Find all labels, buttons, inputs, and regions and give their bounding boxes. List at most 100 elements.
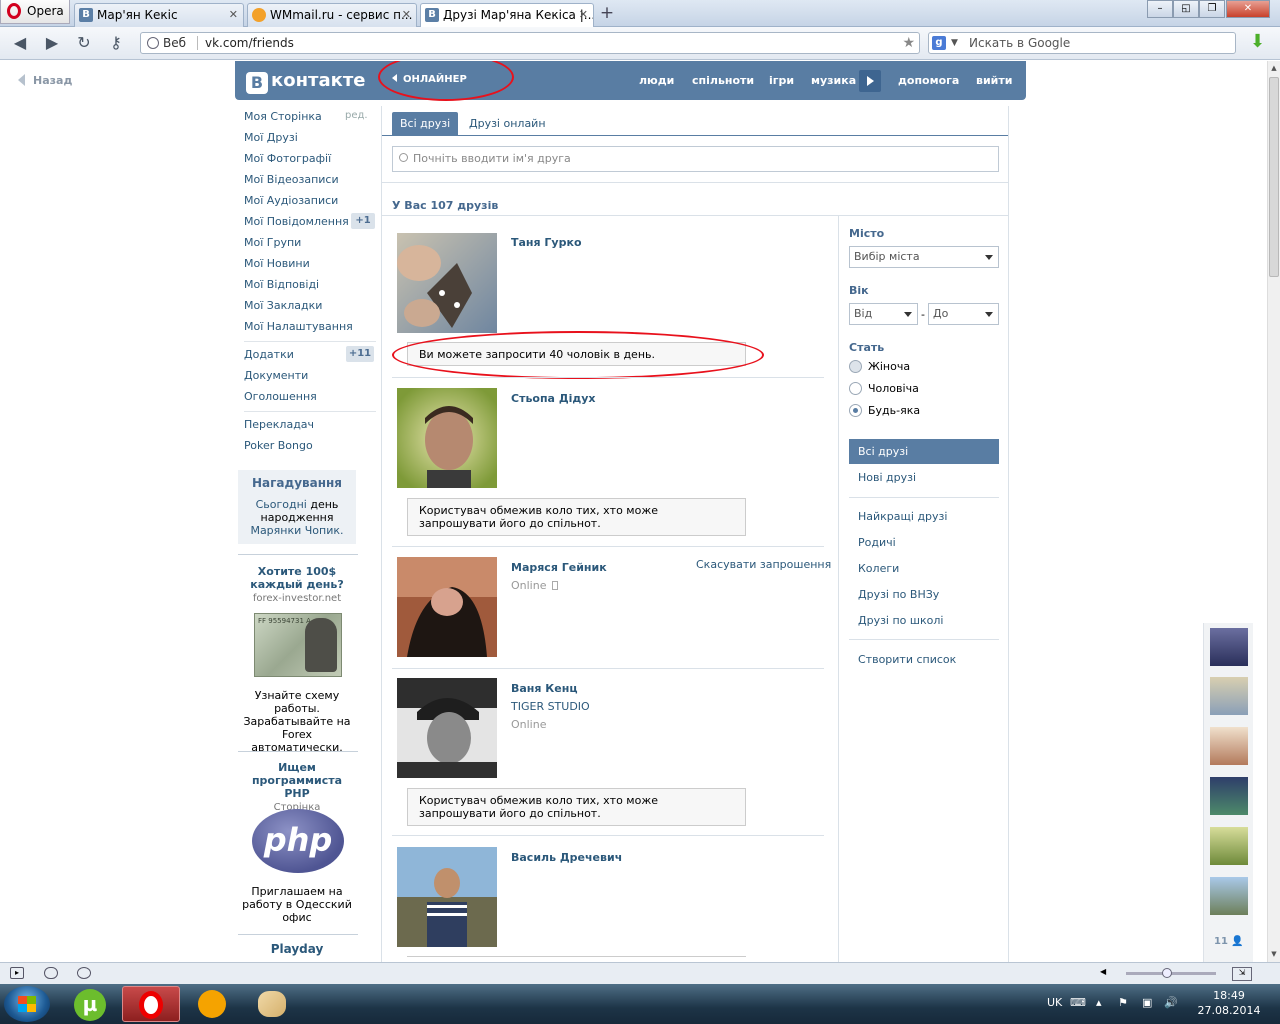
panel-toggle-icon[interactable]: ▸: [10, 967, 24, 979]
radio-male-label[interactable]: Чоловіча: [868, 382, 919, 395]
start-button[interactable]: [4, 986, 50, 1022]
filter-university-friends[interactable]: Друзі по ВНЗу: [849, 582, 999, 607]
address-bar[interactable]: Веб vk.com/friends ★: [140, 32, 920, 54]
zoom-reset-icon[interactable]: ⇲: [1232, 967, 1252, 981]
scroll-up-arrow-icon[interactable]: ▲: [1268, 61, 1280, 75]
city-select[interactable]: Вибір міста: [849, 246, 999, 268]
tab-friends-online[interactable]: Друзі онлайн: [461, 112, 554, 136]
online-avatar[interactable]: [1210, 677, 1248, 715]
radio-male[interactable]: [849, 382, 862, 395]
ad-title[interactable]: Хотите 100$ каждый день?: [238, 565, 356, 591]
filter-all-friends[interactable]: Всі друзі: [849, 439, 999, 464]
menu-translator[interactable]: Перекладач: [244, 418, 314, 431]
nav-logout[interactable]: вийти: [976, 74, 1012, 87]
tab-marian-kekis[interactable]: В Мар'ян Кекіс ✕: [74, 3, 244, 27]
filter-colleagues[interactable]: Колеги: [849, 556, 999, 581]
zoom-left-icon[interactable]: ◀: [1100, 967, 1106, 976]
web-indicator[interactable]: Веб: [147, 33, 186, 53]
tab-wmmail[interactable]: WMmail.ru - сервис п... ✕: [247, 3, 417, 27]
reminder-today-link[interactable]: Сьогодні: [256, 498, 307, 511]
php-logo-image[interactable]: php: [252, 809, 344, 873]
close-tab-icon[interactable]: ✕: [579, 4, 588, 26]
zoom-slider[interactable]: [1126, 968, 1216, 978]
close-tab-icon[interactable]: ✕: [229, 4, 238, 26]
language-indicator[interactable]: UK: [1047, 996, 1062, 1009]
filter-best-friends[interactable]: Найкращі друзі: [849, 504, 999, 529]
menu-my-answers[interactable]: Мої Відповіді: [244, 278, 319, 291]
scroll-down-arrow-icon[interactable]: ▼: [1268, 947, 1280, 961]
zoom-slider-knob[interactable]: [1162, 968, 1172, 978]
friend-search-input[interactable]: Почніть вводити ім'я друга: [392, 146, 999, 172]
menu-my-photos[interactable]: Мої Фотографії: [244, 152, 331, 165]
radio-any-label[interactable]: Будь-яка: [868, 404, 920, 417]
menu-my-messages[interactable]: Мої Повідомлення: [244, 215, 349, 228]
nav-communities[interactable]: спільноти: [692, 74, 754, 87]
keyboard-icon[interactable]: ⌨: [1070, 996, 1086, 1009]
nav-help[interactable]: допомога: [898, 74, 959, 87]
close-window-button[interactable]: ✕: [1226, 0, 1270, 18]
search-box[interactable]: g ▼ Искать в Google: [928, 32, 1236, 54]
aimp-taskbar-icon[interactable]: [184, 986, 242, 1022]
nav-people[interactable]: люди: [639, 74, 674, 87]
friend-photo-tanya[interactable]: [397, 233, 497, 333]
nav-games[interactable]: ігри: [769, 74, 794, 87]
new-tab-button[interactable]: +: [598, 5, 616, 23]
minimize-button[interactable]: –: [1147, 0, 1173, 18]
online-avatar[interactable]: [1210, 727, 1248, 765]
friend-name-tanya[interactable]: Таня Гурко: [511, 236, 582, 249]
menu-my-audio[interactable]: Мої Аудіозаписи: [244, 194, 338, 207]
tray-expand-icon[interactable]: ▴: [1096, 996, 1102, 1009]
tab-all-friends[interactable]: Всі друзі: [392, 112, 459, 136]
friend-photo-vania[interactable]: [397, 678, 497, 778]
ad-playday[interactable]: Playday: [238, 943, 356, 956]
opera-taskbar-icon[interactable]: [122, 986, 180, 1022]
reminder-person-link[interactable]: Марянки Чопик.: [250, 524, 343, 537]
age-from-select[interactable]: Від: [849, 303, 918, 325]
page-scrollbar[interactable]: ▲ ▼: [1267, 61, 1280, 962]
radio-any[interactable]: [849, 404, 862, 417]
menu-my-videos[interactable]: Мої Відеозаписи: [244, 173, 339, 186]
online-avatar[interactable]: [1210, 628, 1248, 666]
forward-arrow-icon[interactable]: ▶: [42, 34, 62, 54]
back-link[interactable]: Назад: [18, 74, 72, 87]
volume-icon[interactable]: 🔊: [1164, 996, 1178, 1009]
ad-title[interactable]: Ищем программиста PHP: [238, 761, 356, 800]
age-to-select[interactable]: До: [928, 303, 999, 325]
online-avatar[interactable]: [1210, 827, 1248, 865]
nav-music[interactable]: музика: [811, 74, 856, 87]
bookmark-star-icon[interactable]: ★: [902, 33, 915, 53]
menu-my-bookmarks[interactable]: Мої Закладки: [244, 299, 322, 312]
online-avatar[interactable]: [1210, 777, 1248, 815]
utorrent-taskbar-icon[interactable]: µ: [62, 986, 120, 1022]
system-clock[interactable]: 18:49 27.08.2014: [1196, 988, 1262, 1018]
friend-name-stopa[interactable]: Стьопа Дідух: [511, 392, 596, 405]
cloud-icon[interactable]: [44, 967, 58, 979]
scrollbar-thumb[interactable]: [1269, 77, 1279, 277]
friend-name-vasyl[interactable]: Василь Дречевич: [511, 851, 622, 864]
messages-count-badge[interactable]: +1: [351, 213, 375, 229]
vk-logo[interactable]: Вконтакте: [246, 70, 365, 94]
restore-button[interactable]: ❐: [1199, 0, 1225, 18]
address-url[interactable]: vk.com/friends: [205, 33, 294, 53]
paint-taskbar-icon[interactable]: [244, 986, 302, 1022]
network-icon[interactable]: ▣: [1142, 996, 1152, 1009]
restore-down-button[interactable]: ◱: [1173, 0, 1199, 18]
menu-my-groups[interactable]: Мої Групи: [244, 236, 301, 249]
online-avatar[interactable]: [1210, 877, 1248, 915]
key-icon[interactable]: ⚷: [106, 34, 126, 54]
music-play-button[interactable]: [859, 70, 881, 92]
online-count[interactable]: 11 👤: [1214, 936, 1244, 947]
download-icon[interactable]: ⬇: [1250, 33, 1268, 53]
action-center-flag-icon[interactable]: ⚑: [1118, 996, 1128, 1009]
filter-school-friends[interactable]: Друзі по школі: [849, 608, 999, 633]
menu-apps[interactable]: Додатки: [244, 348, 294, 361]
menu-my-page[interactable]: Моя Сторінка: [244, 110, 322, 123]
create-list-link[interactable]: Створити список: [849, 647, 999, 672]
speed-dial-icon[interactable]: [77, 967, 91, 979]
friend-name-marysia[interactable]: Маряся Гейник: [511, 561, 607, 574]
friend-photo-vasyl[interactable]: [397, 847, 497, 947]
friend-name-vania[interactable]: Ваня Кенц: [511, 682, 578, 695]
menu-ads[interactable]: Оголошення: [244, 390, 317, 403]
filter-relatives[interactable]: Родичі: [849, 530, 999, 555]
menu-my-friends[interactable]: Мої Друзі: [244, 131, 298, 144]
